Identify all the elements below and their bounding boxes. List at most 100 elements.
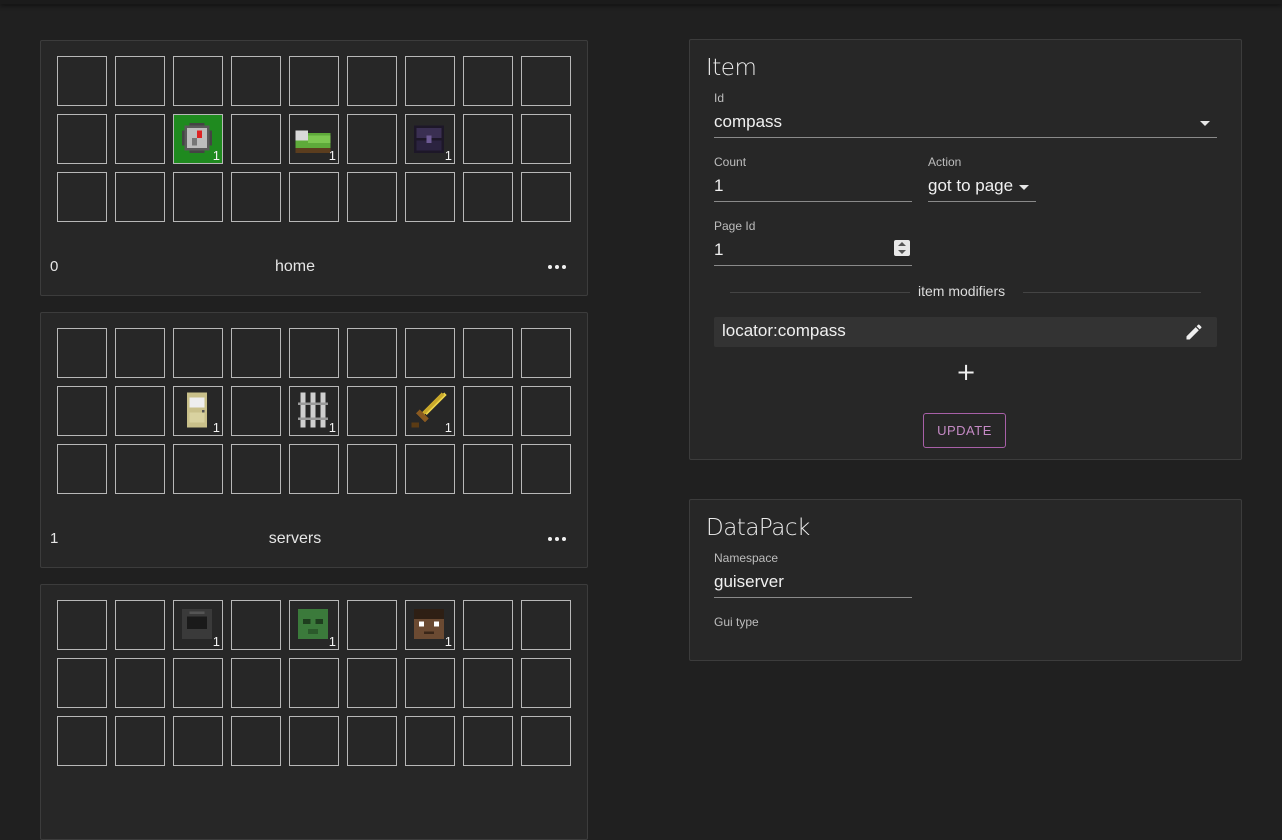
inventory-slot[interactable] xyxy=(231,114,281,164)
inventory-slot[interactable] xyxy=(57,600,107,650)
inventory-slot[interactable] xyxy=(115,328,165,378)
inventory-slot[interactable] xyxy=(347,658,397,708)
inventory-slot[interactable] xyxy=(347,716,397,766)
inventory-slot[interactable] xyxy=(231,444,281,494)
inventory-slot[interactable] xyxy=(289,56,339,106)
inventory-slot[interactable] xyxy=(347,114,397,164)
inventory-slot[interactable]: 1 xyxy=(289,386,339,436)
inventory-slot[interactable] xyxy=(115,172,165,222)
inventory-slot[interactable] xyxy=(57,114,107,164)
count-field[interactable]: 1 xyxy=(714,174,912,202)
inventory-slot[interactable] xyxy=(57,172,107,222)
inventory-slot[interactable] xyxy=(173,56,223,106)
inventory-slot[interactable] xyxy=(347,386,397,436)
inventory-slot[interactable] xyxy=(347,600,397,650)
datapack-panel: DataPack Namespace guiserver Gui type xyxy=(689,499,1242,661)
inventory-slot[interactable] xyxy=(231,328,281,378)
inventory-slot[interactable] xyxy=(289,658,339,708)
inventory-slot[interactable] xyxy=(521,658,571,708)
inventory-slot[interactable] xyxy=(463,386,513,436)
count-value: 1 xyxy=(714,176,724,195)
inventory-slot[interactable] xyxy=(57,658,107,708)
inventory-slot[interactable] xyxy=(115,56,165,106)
modifier-item[interactable]: locator:compass xyxy=(714,317,1217,347)
edit-pencil-icon[interactable] xyxy=(1184,322,1204,342)
inventory-grid: 1 1 1 xyxy=(57,328,573,496)
inventory-slot[interactable] xyxy=(463,444,513,494)
inventory-slot[interactable] xyxy=(463,716,513,766)
inventory-slot[interactable] xyxy=(521,600,571,650)
inventory-slot[interactable] xyxy=(521,716,571,766)
inventory-slot[interactable] xyxy=(173,716,223,766)
add-modifier-button[interactable]: + xyxy=(956,360,976,384)
inventory-slot[interactable] xyxy=(231,56,281,106)
inventory-slot[interactable] xyxy=(115,658,165,708)
page-name: home xyxy=(274,258,316,275)
id-value: compass xyxy=(714,112,783,131)
inventory-slot[interactable]: 1 xyxy=(173,600,223,650)
inventory-slot[interactable] xyxy=(115,600,165,650)
page-id-underline xyxy=(714,265,912,266)
inventory-slot[interactable]: 1 xyxy=(173,386,223,436)
inventory-slot[interactable] xyxy=(347,56,397,106)
inventory-slot[interactable] xyxy=(289,716,339,766)
inventory-slot[interactable] xyxy=(405,328,455,378)
page-id-field[interactable]: 1 xyxy=(714,238,912,266)
inventory-slot[interactable] xyxy=(463,56,513,106)
inventory-slot[interactable] xyxy=(57,56,107,106)
inventory-slot[interactable] xyxy=(347,328,397,378)
inventory-slot[interactable] xyxy=(173,444,223,494)
number-stepper-icon[interactable] xyxy=(894,240,910,256)
more-options-icon[interactable] xyxy=(547,526,573,550)
inventory-slot[interactable] xyxy=(347,444,397,494)
inventory-slot[interactable]: 1 xyxy=(405,386,455,436)
inventory-slot[interactable] xyxy=(463,658,513,708)
inventory-slot[interactable] xyxy=(231,716,281,766)
update-button[interactable]: UPDATE xyxy=(923,413,1006,448)
inventory-slot[interactable] xyxy=(115,444,165,494)
inventory-slot[interactable] xyxy=(231,386,281,436)
inventory-slot[interactable] xyxy=(115,386,165,436)
id-select[interactable]: compass xyxy=(714,110,1217,138)
iron-bars-icon xyxy=(293,390,333,430)
namespace-field[interactable]: guiserver xyxy=(714,570,912,598)
inventory-slot[interactable]: 1 xyxy=(289,114,339,164)
inventory-slot[interactable] xyxy=(231,658,281,708)
inventory-slot[interactable]: 1 xyxy=(405,114,455,164)
inventory-slot[interactable] xyxy=(521,328,571,378)
inventory-slot[interactable]: 1 xyxy=(289,600,339,650)
inventory-slot[interactable] xyxy=(463,328,513,378)
inventory-slot[interactable] xyxy=(289,328,339,378)
inventory-slot[interactable] xyxy=(463,600,513,650)
inventory-slot[interactable] xyxy=(463,172,513,222)
inventory-slot[interactable] xyxy=(521,444,571,494)
inventory-slot[interactable] xyxy=(289,444,339,494)
inventory-slot[interactable] xyxy=(521,386,571,436)
inventory-slot[interactable] xyxy=(521,114,571,164)
inventory-slot[interactable] xyxy=(173,658,223,708)
inventory-slot[interactable] xyxy=(347,172,397,222)
action-select[interactable]: got to page xyxy=(928,174,1036,202)
inventory-slot[interactable]: 1 xyxy=(405,600,455,650)
inventory-slot[interactable] xyxy=(405,56,455,106)
more-options-icon[interactable] xyxy=(547,254,573,278)
inventory-slot[interactable] xyxy=(57,444,107,494)
inventory-slot[interactable] xyxy=(57,386,107,436)
inventory-slot[interactable] xyxy=(231,600,281,650)
inventory-slot[interactable] xyxy=(405,444,455,494)
inventory-slot[interactable] xyxy=(57,328,107,378)
inventory-slot[interactable] xyxy=(115,114,165,164)
inventory-slot[interactable] xyxy=(521,172,571,222)
inventory-slot[interactable] xyxy=(173,328,223,378)
inventory-slot[interactable] xyxy=(405,172,455,222)
inventory-slot[interactable] xyxy=(405,658,455,708)
inventory-slot[interactable] xyxy=(289,172,339,222)
inventory-slot[interactable] xyxy=(173,172,223,222)
inventory-slot[interactable] xyxy=(521,56,571,106)
inventory-slot[interactable] xyxy=(405,716,455,766)
inventory-slot[interactable] xyxy=(57,716,107,766)
inventory-slot[interactable] xyxy=(463,114,513,164)
inventory-slot[interactable] xyxy=(115,716,165,766)
inventory-slot[interactable]: 1 xyxy=(173,114,223,164)
inventory-slot[interactable] xyxy=(231,172,281,222)
